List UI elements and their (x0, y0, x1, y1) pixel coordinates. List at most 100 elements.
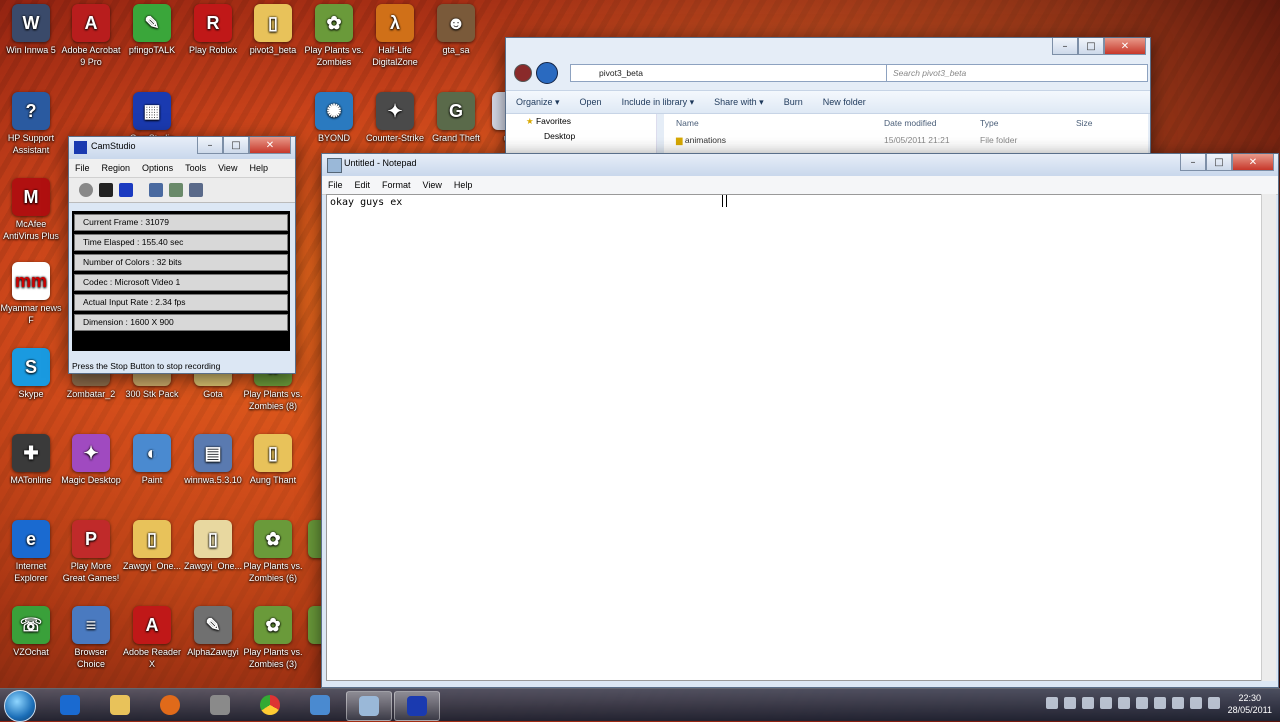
stop-icon[interactable] (119, 183, 133, 197)
taskbar-notepad-icon[interactable] (346, 691, 392, 721)
menu-file[interactable]: File (322, 180, 349, 190)
desktop-icon[interactable]: M McAfee AntiVirus Plus (0, 178, 62, 242)
desktop-icon[interactable]: ▯ Zawgyi_One... (121, 520, 183, 572)
close-icon[interactable]: ✕ (1104, 38, 1146, 55)
column-date[interactable]: Date modified (884, 118, 980, 128)
desktop-icon[interactable]: ✎ AlphaZawgyi (182, 606, 244, 658)
column-size[interactable]: Size (1076, 118, 1093, 128)
address-bar[interactable]: pivot3_beta (570, 64, 890, 82)
close-icon[interactable]: ✕ (249, 137, 291, 154)
notepad-window[interactable]: Untitled - Notepad – □ ✕ File Edit Forma… (321, 153, 1279, 688)
desktop-icon[interactable]: ? HP Support Assistant (0, 92, 62, 156)
open-button[interactable]: Open (570, 97, 612, 107)
new-folder-button[interactable]: New folder (813, 97, 876, 107)
desktop-icon[interactable]: ✦ Counter-Strike (364, 92, 426, 144)
desktop-icon[interactable]: ▯ pivot3_beta (242, 4, 304, 56)
maximize-icon[interactable]: □ (223, 137, 249, 154)
tray-icon[interactable] (1064, 697, 1076, 709)
desktop-icon[interactable]: ☏ VZOchat (0, 606, 62, 658)
desktop-icon[interactable]: mm Myanmar news F (0, 262, 62, 326)
desktop-icon[interactable]: ◐ Paint (121, 434, 183, 486)
include-in-library-button[interactable]: Include in library ▾ (612, 97, 705, 108)
desktop-icon[interactable]: ▤ winnwa.5.3.10 (182, 434, 244, 486)
start-button[interactable] (4, 690, 36, 722)
web-icon[interactable] (189, 183, 203, 197)
desktop-icon[interactable]: ✦ Magic Desktop (60, 434, 122, 486)
volume-icon[interactable] (1190, 697, 1202, 709)
nav-item-desktop[interactable]: Desktop (506, 129, 656, 143)
desktop-icon[interactable]: ≡ Browser Choice (60, 606, 122, 670)
table-row[interactable]: ▆ animations 15/05/2011 21:21 File folde… (664, 132, 1148, 148)
taskbar-ie-icon[interactable] (48, 691, 92, 719)
menu-tools[interactable]: Tools (179, 163, 212, 173)
menu-format[interactable]: Format (376, 180, 417, 190)
desktop-icon[interactable]: P Play More Great Games! (60, 520, 122, 584)
desktop-icon[interactable]: ☻ gta_sa (425, 4, 487, 56)
desktop-icon[interactable]: W Win Innwa 5 (0, 4, 62, 56)
search-input[interactable]: Search pivot3_beta (886, 64, 1148, 82)
options-icon[interactable] (169, 183, 183, 197)
desktop-icon[interactable]: R Play Roblox (182, 4, 244, 56)
minimize-icon[interactable]: – (1180, 154, 1206, 171)
desktop-icon[interactable]: A Adobe Reader X (121, 606, 183, 670)
desktop-icon[interactable]: ✺ BYOND (303, 92, 365, 144)
text-editor[interactable]: okay guys ex (326, 194, 1262, 681)
back-icon[interactable] (514, 64, 532, 82)
menu-help[interactable]: Help (243, 163, 274, 173)
desktop-icon[interactable]: G Grand Theft (425, 92, 487, 144)
desktop-icon[interactable]: λ Half-Life DigitalZone (364, 4, 426, 68)
clock[interactable]: 22:30 28/05/2011 (1228, 692, 1272, 716)
desktop-icon[interactable]: ▯ Zawgyi_One... (182, 520, 244, 572)
menu-options[interactable]: Options (136, 163, 179, 173)
tray-icon[interactable] (1082, 697, 1094, 709)
desktop-icon[interactable]: ✿ Play Plants vs. Zombies (3) (242, 606, 304, 670)
minimize-icon[interactable]: – (1052, 38, 1078, 55)
taskbar-camstudio-icon[interactable] (394, 691, 440, 721)
desktop-icon[interactable]: e Internet Explorer (0, 520, 62, 584)
camstudio-titlebar[interactable]: CamStudio – □ ✕ (69, 137, 295, 159)
nav-item-favorites[interactable]: ★ Favorites (506, 114, 656, 129)
tray-icon[interactable] (1046, 697, 1058, 709)
forward-icon[interactable] (536, 62, 558, 84)
tray-icon[interactable] (1136, 697, 1148, 709)
tray-icon[interactable] (1154, 697, 1166, 709)
taskbar-app-icon[interactable] (198, 691, 242, 719)
region-icon[interactable] (149, 183, 163, 197)
menu-view[interactable]: View (212, 163, 243, 173)
share-with-button[interactable]: Share with ▾ (704, 97, 774, 108)
record-icon[interactable] (79, 183, 93, 197)
camstudio-window[interactable]: CamStudio – □ ✕ File Region Options Tool… (68, 136, 296, 374)
menu-view[interactable]: View (417, 180, 448, 190)
notepad-titlebar[interactable]: Untitled - Notepad – □ ✕ (322, 154, 1278, 176)
desktop-icon[interactable]: A Adobe Acrobat 9 Pro (60, 4, 122, 68)
tray-icon[interactable] (1118, 697, 1130, 709)
menu-edit[interactable]: Edit (349, 180, 377, 190)
close-icon[interactable]: ✕ (1232, 154, 1274, 171)
maximize-icon[interactable]: □ (1206, 154, 1232, 171)
desktop-icon[interactable]: ▯ Aung Thant (242, 434, 304, 486)
menu-region[interactable]: Region (96, 163, 137, 173)
menu-help[interactable]: Help (448, 180, 479, 190)
shortcut-icon: λ (376, 4, 414, 42)
burn-button[interactable]: Burn (774, 97, 813, 107)
desktop-icon[interactable]: ✿ Play Plants vs. Zombies (6) (242, 520, 304, 584)
maximize-icon[interactable]: □ (1078, 38, 1104, 55)
menu-file[interactable]: File (69, 163, 96, 173)
column-name[interactable]: Name (664, 118, 884, 128)
scrollbar[interactable] (1261, 194, 1276, 681)
desktop-icon[interactable]: ✚ MATonline (0, 434, 62, 486)
desktop-icon[interactable]: ✎ pfingoTALK (121, 4, 183, 56)
taskbar-chrome-icon[interactable] (248, 691, 292, 719)
column-type[interactable]: Type (980, 118, 1076, 128)
taskbar-paint-icon[interactable] (298, 691, 342, 719)
network-icon[interactable] (1172, 697, 1184, 709)
taskbar-explorer-icon[interactable] (98, 691, 142, 719)
organize-button[interactable]: Organize ▾ (506, 97, 570, 108)
tray-icon[interactable] (1100, 697, 1112, 709)
desktop-icon[interactable]: ✿ Play Plants vs. Zombies (303, 4, 365, 68)
desktop-icon[interactable]: S Skype (0, 348, 62, 400)
pause-icon[interactable] (99, 183, 113, 197)
taskbar-firefox-icon[interactable] (148, 691, 192, 719)
minimize-icon[interactable]: – (197, 137, 223, 154)
security-icon[interactable] (1208, 697, 1220, 709)
